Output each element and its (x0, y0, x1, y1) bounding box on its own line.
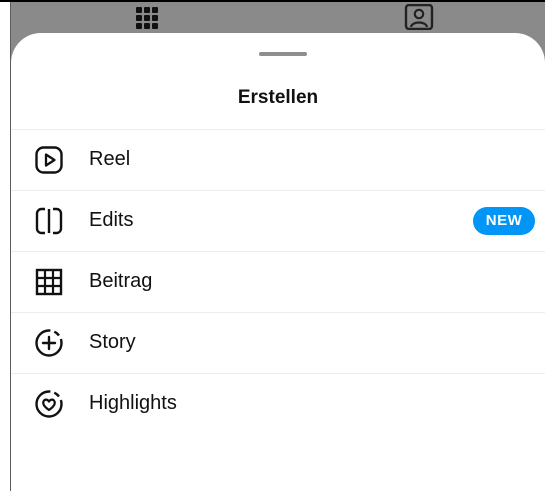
menu-item-beitrag[interactable]: Beitrag (11, 251, 545, 312)
new-badge: NEW (473, 206, 535, 235)
reel-icon (33, 144, 65, 176)
menu-item-edits[interactable]: Edits NEW (11, 190, 545, 251)
left-margin (0, 2, 10, 491)
screen: Erstellen Reel Edits NEW Beitrag Story H… (0, 0, 545, 491)
menu-item-story[interactable]: Story (11, 312, 545, 373)
menu-item-label: Story (89, 331, 136, 353)
create-bottom-sheet: Erstellen Reel Edits NEW Beitrag Story H… (11, 33, 545, 491)
post-grid-icon (33, 266, 65, 298)
highlights-heart-icon (33, 388, 65, 420)
menu-item-reel[interactable]: Reel (11, 129, 545, 190)
sheet-grabber[interactable] (259, 52, 307, 56)
menu-item-label: Edits (89, 209, 134, 231)
menu-item-label: Beitrag (89, 270, 153, 292)
profile-icon (404, 4, 434, 30)
menu-item-highlights[interactable]: Highlights (11, 373, 545, 434)
edits-icon (33, 205, 65, 237)
menu-item-label: Highlights (89, 392, 177, 414)
menu-item-label: Reel (89, 148, 131, 170)
grid-icon (136, 7, 160, 31)
story-add-icon (33, 327, 65, 359)
sheet-title: Erstellen (237, 87, 319, 108)
